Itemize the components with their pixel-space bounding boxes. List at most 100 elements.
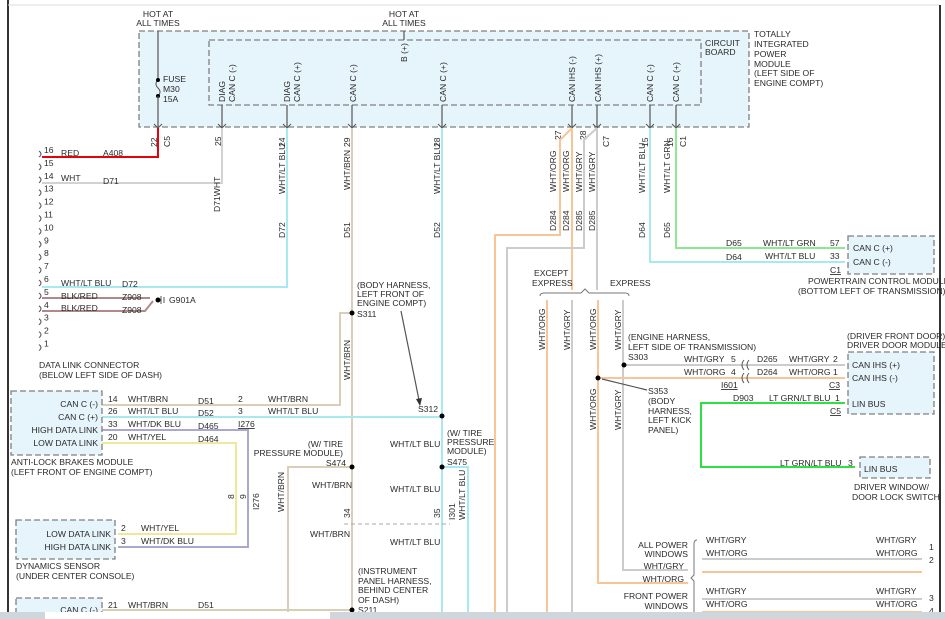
svg-text:I276: I276 (251, 493, 261, 510)
svg-text:(ENGINE HARNESS,: (ENGINE HARNESS, (628, 332, 710, 342)
svg-text:WHT/LT GRN: WHT/LT GRN (662, 140, 672, 193)
svg-text:WHT/LT BLU: WHT/LT BLU (128, 406, 178, 416)
svg-text:CAN C (+): CAN C (+) (671, 62, 681, 102)
fuse-label: FUSE (163, 74, 186, 84)
tipm-title: INTEGRATED (754, 39, 809, 49)
svg-text:D72: D72 (277, 222, 287, 238)
svg-text:D52: D52 (198, 408, 214, 418)
svg-text:I601: I601 (721, 380, 738, 390)
svg-text:D264: D264 (757, 367, 778, 377)
svg-text:CAN C (-): CAN C (-) (227, 64, 237, 102)
svg-text:D903: D903 (733, 393, 754, 403)
svg-text:LEFT KICK: LEFT KICK (648, 415, 692, 425)
dlc-pin-number: 4 (44, 300, 49, 310)
svg-text:D71: D71 (103, 176, 119, 186)
svg-text:WHT/LT BLU: WHT/LT BLU (432, 144, 442, 194)
svg-text:CAN C (+): CAN C (+) (292, 62, 302, 102)
svg-text:2: 2 (121, 523, 126, 533)
svg-text:(INSTRUMENT: (INSTRUMENT (358, 566, 418, 576)
dlc-pin-number: 6 (44, 274, 49, 284)
dlc-pin-icon (38, 150, 42, 158)
svg-text:CAN C (-): CAN C (-) (60, 399, 98, 409)
dlc-pin-icon (38, 176, 42, 184)
svg-text:I301: I301 (447, 503, 457, 520)
svg-text:WHT/ORG: WHT/ORG (789, 367, 831, 377)
svg-text:RED: RED (61, 148, 79, 158)
svg-text:DYNAMICS SENSOR: DYNAMICS SENSOR (16, 561, 100, 571)
svg-text:WHT/ORG: WHT/ORG (537, 308, 547, 350)
tipm-pin-numbers: 22 C5 25 24 29 28 27 28 C7 15 16 C1 (149, 130, 688, 147)
svg-text:HIGH DATA LINK: HIGH DATA LINK (44, 542, 111, 552)
svg-text:D465: D465 (198, 421, 219, 431)
svg-text:LIN BUS: LIN BUS (864, 464, 898, 474)
fuse-id: M30 (163, 84, 180, 94)
svg-text:WHT/LT BLU: WHT/LT BLU (61, 278, 111, 288)
svg-text:WINDOWS: WINDOWS (645, 601, 689, 611)
svg-text:CAN IHS (-): CAN IHS (-) (567, 56, 577, 102)
svg-text:26: 26 (108, 406, 118, 416)
svg-text:CAN IHS (+): CAN IHS (+) (852, 360, 900, 370)
svg-text:WHT/ORG: WHT/ORG (706, 599, 748, 609)
svg-text:WHT/BRN: WHT/BRN (276, 472, 286, 512)
dlc-pin-icon (38, 215, 42, 222)
svg-text:1: 1 (929, 542, 934, 552)
ground-label: G901A (169, 295, 196, 305)
svg-text:EXCEPT: EXCEPT (534, 268, 569, 278)
svg-text:WHT/BRN: WHT/BRN (128, 600, 168, 610)
svg-text:3: 3 (848, 458, 853, 468)
svg-text:WHT/LT BLU: WHT/LT BLU (268, 406, 318, 416)
svg-text:CAN C (-): CAN C (-) (348, 64, 358, 102)
svg-text:34: 34 (342, 508, 352, 518)
hot-label: ALL TIMES (382, 18, 426, 28)
dlc-pin-icon (38, 318, 42, 326)
dlc-title: DATA LINK CONNECTOR (39, 360, 139, 370)
svg-text:LIN BUS: LIN BUS (852, 399, 886, 409)
circuit-board-label: BOARD (705, 47, 736, 57)
svg-text:LT GRN/LT BLU: LT GRN/LT BLU (780, 458, 841, 468)
svg-text:9: 9 (238, 494, 248, 499)
svg-text:D464: D464 (198, 434, 219, 444)
svg-text:D65: D65 (662, 222, 672, 238)
splice-s312 (439, 413, 445, 419)
dlc-pin-icon (38, 331, 42, 338)
hot-label: ALL TIMES (136, 18, 180, 28)
dlc-location: (BELOW LEFT SIDE OF DASH) (39, 370, 162, 380)
svg-text:35: 35 (432, 508, 442, 518)
svg-text:A408: A408 (103, 148, 123, 158)
svg-text:WHT/DK BLU: WHT/DK BLU (128, 419, 181, 429)
svg-text:WHT/BRN: WHT/BRN (268, 394, 308, 404)
svg-text:57: 57 (830, 238, 840, 248)
svg-text:LEFT SIDE OF TRANSMISSION): LEFT SIDE OF TRANSMISSION) (628, 342, 756, 352)
svg-text:2: 2 (833, 354, 838, 364)
svg-text:CAN IHS (+): CAN IHS (+) (593, 54, 603, 102)
dlc-pin-number: 5 (44, 287, 49, 297)
svg-text:DRIVER DOOR MODULE: DRIVER DOOR MODULE (847, 340, 945, 350)
svg-text:CAN C (-): CAN C (-) (853, 257, 891, 267)
taskbar (0, 612, 945, 619)
svg-text:I276: I276 (238, 419, 255, 429)
svg-text:WHT/LT BLU: WHT/LT BLU (457, 470, 467, 520)
dlc-pin-icon (38, 344, 42, 351)
svg-text:BLK/RED: BLK/RED (61, 303, 98, 313)
splice-s311 (349, 310, 355, 316)
svg-text:S303: S303 (628, 352, 648, 362)
svg-text:WHT: WHT (61, 173, 81, 183)
svg-text:LT GRN/LT BLU: LT GRN/LT BLU (769, 393, 830, 403)
powertrain-control-module: CAN C (+) CAN C (-) D65 WHT/LT GRN 57 D64 W… (726, 235, 945, 296)
taskbar-window[interactable] (45, 612, 330, 619)
dlc-pin-icon (38, 305, 42, 313)
dlc-pin-number: 15 (44, 158, 54, 168)
svg-text:C1: C1 (678, 136, 688, 147)
dlc-pin-number: 8 (44, 248, 49, 258)
svg-text:WHT/GRY: WHT/GRY (876, 586, 917, 596)
svg-text:D71WHT: D71WHT (212, 176, 222, 212)
svg-text:WHT/LT BLU: WHT/LT BLU (390, 537, 440, 547)
svg-text:D65: D65 (726, 238, 742, 248)
svg-text:Z908: Z908 (122, 292, 142, 302)
svg-text:WHT/ORG: WHT/ORG (561, 150, 571, 192)
svg-text:POWERTRAIN CONTROL MODULE: POWERTRAIN CONTROL MODULE (808, 276, 945, 286)
svg-text:EXPRESS: EXPRESS (532, 278, 573, 288)
svg-text:5: 5 (731, 354, 736, 364)
wire-d65 (675, 128, 845, 249)
svg-text:WHT/ORG: WHT/ORG (684, 367, 726, 377)
